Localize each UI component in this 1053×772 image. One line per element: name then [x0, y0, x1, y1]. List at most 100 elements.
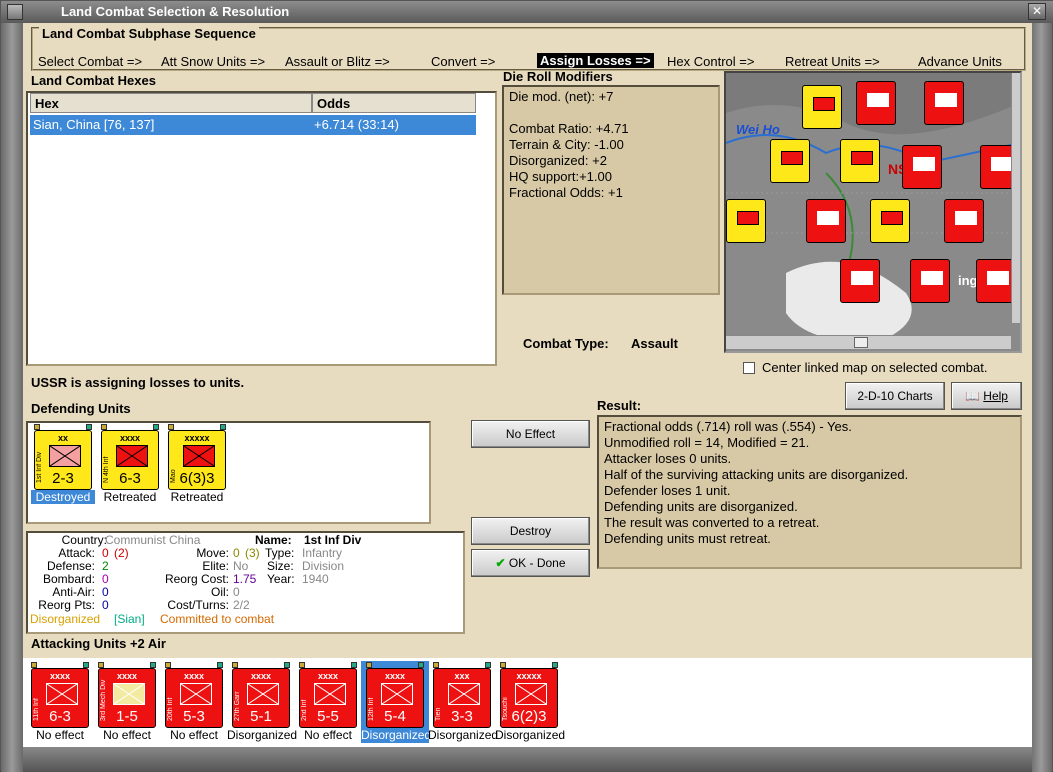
- help-button[interactable]: 📖 Help: [951, 382, 1022, 410]
- die-roll-line: HQ support:+1.00: [509, 169, 612, 184]
- unit-counter[interactable]: xxxx 12th Inf 5-4: [366, 668, 424, 728]
- reorg-pts-label: Reorg Pts:: [38, 598, 95, 612]
- map-hscroll-thumb[interactable]: [854, 337, 868, 348]
- map-unit-counter[interactable]: [802, 85, 842, 129]
- unit-strength: 5-1: [250, 708, 272, 725]
- map-unit-counter[interactable]: [726, 199, 766, 243]
- map-label-weiho: Wei Ho: [736, 122, 780, 137]
- map-unit-counter[interactable]: [840, 259, 880, 303]
- readiness-dot: [552, 662, 558, 668]
- attack-extra: (2): [114, 546, 129, 560]
- map-unit-counter[interactable]: [840, 139, 880, 183]
- map-hscrollbar[interactable]: [726, 335, 1011, 349]
- map-unit-counter[interactable]: [976, 259, 1016, 303]
- result-line: Attacker loses 0 units.: [604, 451, 732, 466]
- unit-symbol: [116, 445, 148, 467]
- map-unit-counter[interactable]: [910, 259, 950, 303]
- unit-symbol: [183, 445, 215, 467]
- hexes-title: Land Combat Hexes: [31, 73, 156, 88]
- result-line: The result was converted to a retreat.: [604, 515, 820, 530]
- map-unit-counter[interactable]: [924, 81, 964, 125]
- map-unit-counter[interactable]: [856, 81, 896, 125]
- unit-counter[interactable]: xxxx 27th Garr 5-1: [232, 668, 290, 728]
- map-unit-symbol: [881, 211, 903, 225]
- table-row[interactable]: Sian, China [76, 137] +6.714 (33:14): [30, 115, 476, 135]
- destroy-button[interactable]: Destroy: [471, 517, 590, 545]
- unit-counter[interactable]: xxxx 3rd Mech Div 1-5: [98, 668, 156, 728]
- step-advance-units: Advance Units: [918, 54, 1002, 69]
- unit-counter[interactable]: xxxx N 4th Inf 6-3: [101, 430, 159, 490]
- unit-counter[interactable]: xxxx 2nd Inf 5-5: [299, 668, 357, 728]
- unit-strength: 5-3: [183, 708, 205, 725]
- map-unit-symbol: [913, 157, 935, 171]
- map-unit-counter[interactable]: [870, 199, 910, 243]
- defending-title: Defending Units: [31, 401, 131, 416]
- bottom-frame: [23, 747, 1032, 772]
- readiness-dot: [220, 424, 226, 430]
- hex-cell: Sian, China [76, 137]: [33, 117, 155, 132]
- status-location: [Sian]: [114, 612, 145, 626]
- attacking-title: Attacking Units +2 Air: [31, 636, 166, 651]
- odds-cell: +6.714 (33:14): [314, 117, 399, 132]
- linked-map[interactable]: Wei Ho NS ing: [724, 71, 1022, 353]
- readiness-dot: [168, 424, 174, 430]
- no-effect-button[interactable]: No Effect: [471, 420, 590, 448]
- unit-status: No effect: [103, 728, 151, 742]
- map-vscrollbar[interactable]: [1011, 73, 1020, 323]
- unit-symbol: [46, 683, 78, 705]
- unit-symbol: [515, 683, 547, 705]
- center-map-checkbox[interactable]: [743, 362, 755, 374]
- bombard-value: 0: [102, 572, 109, 586]
- readiness-dot: [284, 662, 290, 668]
- step-retreat-units: Retreat Units =>: [785, 54, 880, 69]
- unit-counter[interactable]: xxxxx Tsouchi 6(2)3: [500, 668, 558, 728]
- map-unit-counter[interactable]: [902, 145, 942, 189]
- unit-counter[interactable]: xxx Tien 3-3: [433, 668, 491, 728]
- title-bar[interactable]: Land Combat Selection & Resolution ✕: [1, 1, 1053, 23]
- attacking-units-list[interactable]: xxxx 11th Inf 6-3 No effect xxxx 3rd Mech Div…: [23, 658, 1032, 747]
- map-unit-counter[interactable]: [944, 199, 984, 243]
- ok-done-label: OK - Done: [508, 556, 566, 570]
- die-roll-line: Terrain & City: -1.00: [509, 137, 624, 152]
- close-button[interactable]: ✕: [1028, 3, 1046, 20]
- map-unit-counter[interactable]: [770, 139, 810, 183]
- step-select-combat: Select Combat =>: [38, 54, 143, 69]
- result-line: Fractional odds (.714) roll was (.554) -…: [604, 419, 852, 434]
- help-button-label: Help: [983, 389, 1008, 403]
- col-odds-header[interactable]: Odds: [312, 93, 476, 113]
- map-unit-symbol: [851, 271, 873, 285]
- move-label: Move:: [196, 546, 229, 560]
- size-label: Size:: [267, 559, 294, 573]
- charts-button[interactable]: 2-D-10 Charts: [845, 382, 945, 410]
- readiness-dot: [150, 662, 156, 668]
- map-unit-counter[interactable]: [806, 199, 846, 243]
- unit-symbol: [381, 683, 413, 705]
- map-unit-symbol: [851, 151, 873, 165]
- readiness-dot: [500, 662, 506, 668]
- unit-details: Country: Communist China Name: 1st Inf D…: [26, 531, 465, 634]
- unit-strength: 3-3: [451, 708, 473, 725]
- unit-counter[interactable]: xxxxx Mao 6(3)3: [168, 430, 226, 490]
- type-value: Infantry: [302, 546, 343, 560]
- unit-counter[interactable]: xxxx 20th Inf 5-3: [165, 668, 223, 728]
- unit-counter[interactable]: xxxx 11th Inf 6-3: [31, 668, 89, 728]
- unit-counter[interactable]: xx 1st Inf Div 2-3: [34, 430, 92, 490]
- readiness-dot: [217, 662, 223, 668]
- ok-done-button[interactable]: ✔ OK - Done: [471, 549, 590, 577]
- status-disorganized: Disorganized: [30, 612, 101, 626]
- hexes-table[interactable]: Hex Odds Sian, China [76, 137] +6.714 (3…: [26, 91, 497, 366]
- col-hex-header[interactable]: Hex: [30, 93, 312, 113]
- result-line: Defending units must retreat.: [604, 531, 771, 546]
- elite-label: Elite:: [202, 559, 229, 573]
- result-line: Defending units are disorganized.: [604, 499, 798, 514]
- status-text: USSR is assigning losses to units.: [31, 375, 245, 390]
- attack-label: Attack:: [58, 546, 95, 560]
- window-menu-icon[interactable]: [7, 4, 23, 20]
- step-att-snow-units: Att Snow Units =>: [161, 54, 266, 69]
- unit-status: Disorganized: [227, 728, 298, 742]
- help-book-icon: 📖: [965, 389, 980, 403]
- right-frame: [1030, 23, 1052, 772]
- move-extra: (3): [245, 546, 260, 560]
- unit-symbol: [314, 683, 346, 705]
- defending-units-list[interactable]: xx 1st Inf Div 2-3 Destroyed xxxx N 4th Inf 6-…: [26, 421, 431, 524]
